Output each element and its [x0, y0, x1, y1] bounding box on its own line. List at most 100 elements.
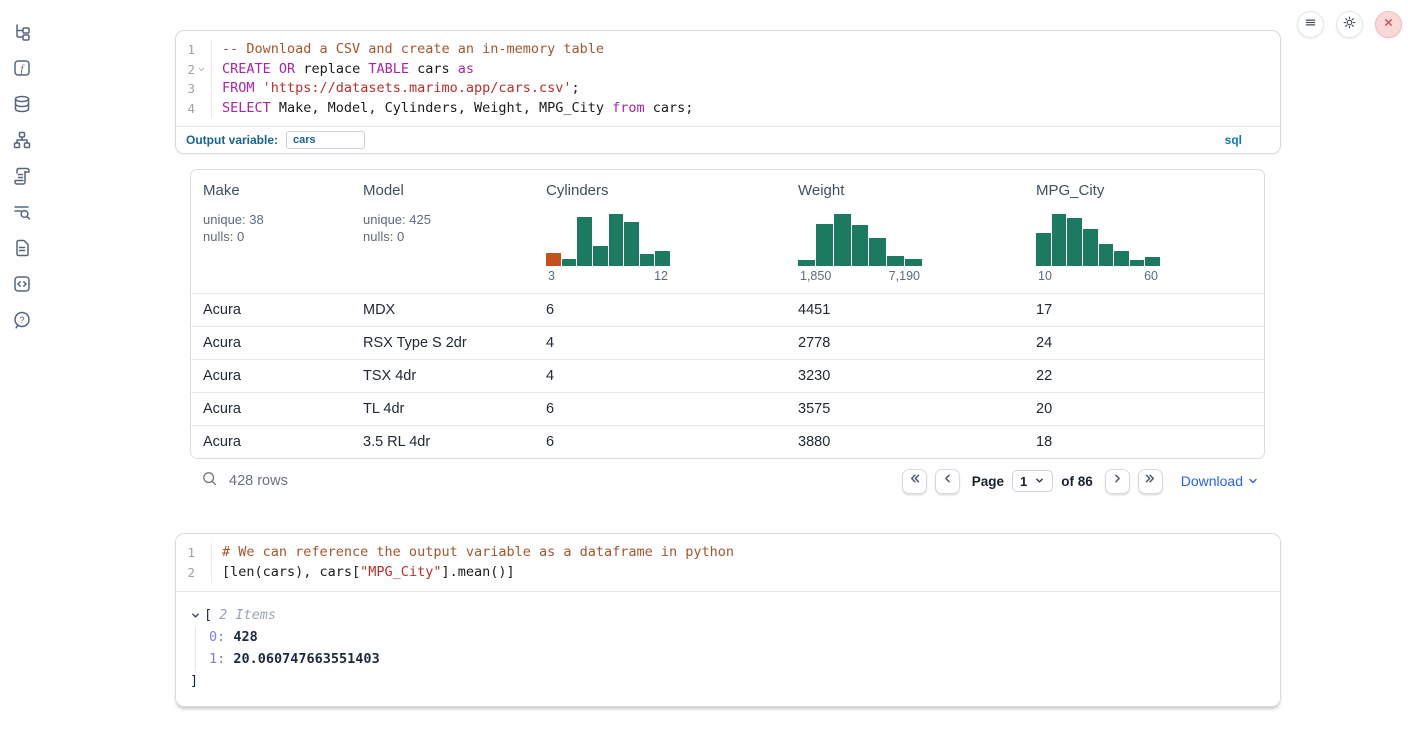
line-number-value: 1 — [187, 543, 195, 563]
table-cell: 6 — [534, 302, 786, 318]
sidebar-item-snippets[interactable] — [12, 274, 32, 294]
column-name: Weight — [798, 182, 1012, 199]
sidebar-item-dependency-graph[interactable] — [12, 130, 32, 150]
column-header-model[interactable]: Modelunique: 425nulls: 0 — [351, 182, 534, 245]
axis-label: 60 — [1144, 269, 1158, 283]
histogram-bar[interactable] — [869, 238, 886, 266]
column-header-weight[interactable]: Weight 1,8507,190 — [786, 182, 1024, 283]
tree-entry-key: 1: — [209, 651, 225, 667]
sidebar-item-data-sources[interactable] — [12, 94, 32, 114]
histogram-bar[interactable] — [546, 253, 561, 266]
sidebar-item-variables[interactable]: f — [12, 58, 32, 78]
sidebar-item-logs[interactable] — [12, 202, 32, 222]
column-stat: nulls: 0 — [363, 229, 522, 246]
chevron-left-icon — [941, 472, 954, 490]
code-token: ].mean()] — [441, 564, 514, 580]
chevron-down-icon — [1247, 473, 1259, 490]
histogram-bar[interactable] — [1083, 229, 1098, 266]
table-row[interactable]: AcuraRSX Type S 2dr4277824 — [191, 326, 1264, 359]
previous-page-button[interactable] — [935, 469, 960, 494]
sidebar-item-help[interactable]: ? — [12, 310, 32, 330]
sql-cell: 1-- Download a CSV and create an in-memo… — [175, 30, 1281, 154]
histogram-bar[interactable] — [798, 260, 815, 266]
line-number-value: 2 — [187, 563, 195, 583]
table-row[interactable]: AcuraTSX 4dr4323022 — [191, 359, 1264, 392]
output-variable-input[interactable] — [286, 131, 365, 149]
code-line: 2 [len(cars), cars["MPG_City"].mean()] — [176, 563, 1280, 583]
table-row[interactable]: Acura3.5 RL 4dr6388018 — [191, 425, 1264, 458]
histogram-bar[interactable] — [905, 259, 922, 266]
page-select[interactable]: 1 — [1012, 470, 1053, 492]
histogram-bar[interactable] — [1145, 257, 1160, 266]
table-cell: Acura — [191, 434, 351, 450]
snippets-icon — [12, 274, 32, 294]
data-sources-icon — [12, 94, 32, 114]
menu-button[interactable] — [1297, 11, 1324, 38]
histogram-bar[interactable] — [1052, 214, 1067, 266]
column-header-make[interactable]: Makeunique: 38nulls: 0 — [191, 182, 351, 245]
column-histogram[interactable]: 10 60 — [1036, 214, 1160, 283]
histogram-bar[interactable] — [562, 259, 577, 266]
menu-icon — [1303, 15, 1318, 35]
sidebar-item-documentation[interactable] — [12, 238, 32, 258]
code-text: FROM 'https://datasets.marimo.app/cars.c… — [212, 79, 580, 99]
column-histogram[interactable]: 312 — [546, 214, 670, 283]
python-code-editor[interactable]: 1# We can reference the output variable … — [176, 534, 1280, 590]
chevron-down-icon — [190, 610, 201, 621]
code-line: 1-- Download a CSV and create an in-memo… — [176, 40, 1280, 60]
search-button[interactable] — [198, 470, 220, 492]
histogram-bar[interactable] — [609, 214, 624, 266]
fold-toggle-icon[interactable] — [197, 65, 206, 74]
histogram-axis-labels: 1,8507,190 — [798, 269, 922, 283]
table-cell: Acura — [191, 335, 351, 351]
column-header-mpg_city[interactable]: MPG_City1060 — [1024, 182, 1264, 283]
sql-code-editor[interactable]: 1-- Download a CSV and create an in-memo… — [176, 31, 1280, 126]
next-page-button[interactable] — [1105, 469, 1130, 494]
dependency-graph-icon — [12, 130, 32, 150]
histogram-bar[interactable] — [655, 251, 670, 266]
last-page-button[interactable] — [1138, 469, 1163, 494]
histogram-bar[interactable] — [816, 224, 833, 266]
table-cell: MDX — [351, 302, 534, 318]
axis-label: 10 — [1038, 269, 1052, 283]
outline-icon — [12, 166, 32, 186]
table-cell: 2778 — [786, 335, 1024, 351]
gear-icon — [1342, 15, 1357, 35]
histogram-bar[interactable] — [1099, 244, 1114, 266]
column-header-cylinders[interactable]: Cylinders312 — [534, 182, 786, 283]
code-token: OR — [279, 61, 295, 77]
sidebar-item-outline[interactable] — [12, 166, 32, 186]
column-histogram[interactable]: 1,8507,190 — [798, 214, 922, 283]
histogram-bar[interactable] — [1036, 233, 1051, 266]
histogram-bar[interactable] — [834, 214, 851, 266]
svg-text:?: ? — [19, 315, 24, 325]
sidebar-item-file-explorer[interactable] — [12, 22, 32, 42]
table-cell: TSX 4dr — [351, 368, 534, 384]
result-tree: [ 2 Items 0: 4281: 20.060747663551403 ] — [176, 592, 1280, 707]
table-row[interactable]: AcuraTL 4dr6357520 — [191, 392, 1264, 425]
first-page-button[interactable] — [902, 469, 927, 494]
histogram-bar[interactable] — [1114, 251, 1129, 266]
histogram-bar[interactable] — [593, 246, 608, 266]
histogram-bar[interactable] — [1067, 218, 1082, 266]
tree-collapse-toggle[interactable] — [190, 610, 201, 621]
table-cell: 6 — [534, 401, 786, 417]
histogram-bar[interactable] — [852, 225, 869, 266]
axis-label: 7,190 — [889, 269, 920, 283]
histogram-bar[interactable] — [624, 222, 639, 266]
code-text: -- Download a CSV and create an in-memor… — [212, 40, 604, 60]
close-button[interactable] — [1375, 11, 1402, 38]
line-number: 3 — [176, 79, 212, 99]
settings-button[interactable] — [1336, 11, 1363, 38]
histogram-bar[interactable] — [887, 256, 904, 266]
tree-entry-key: 0: — [209, 629, 225, 645]
histogram-bar[interactable] — [640, 254, 655, 266]
code-token — [271, 61, 279, 77]
table-cell: RSX Type S 2dr — [351, 335, 534, 351]
histogram-bar[interactable] — [577, 217, 592, 266]
download-button[interactable]: Download — [1181, 473, 1259, 490]
code-text: [len(cars), cars["MPG_City"].mean()] — [212, 563, 515, 583]
histogram-bar[interactable] — [1130, 260, 1145, 266]
tree-entry-value: 20.060747663551403 — [225, 651, 379, 667]
table-row[interactable]: AcuraMDX6445117 — [191, 293, 1264, 326]
